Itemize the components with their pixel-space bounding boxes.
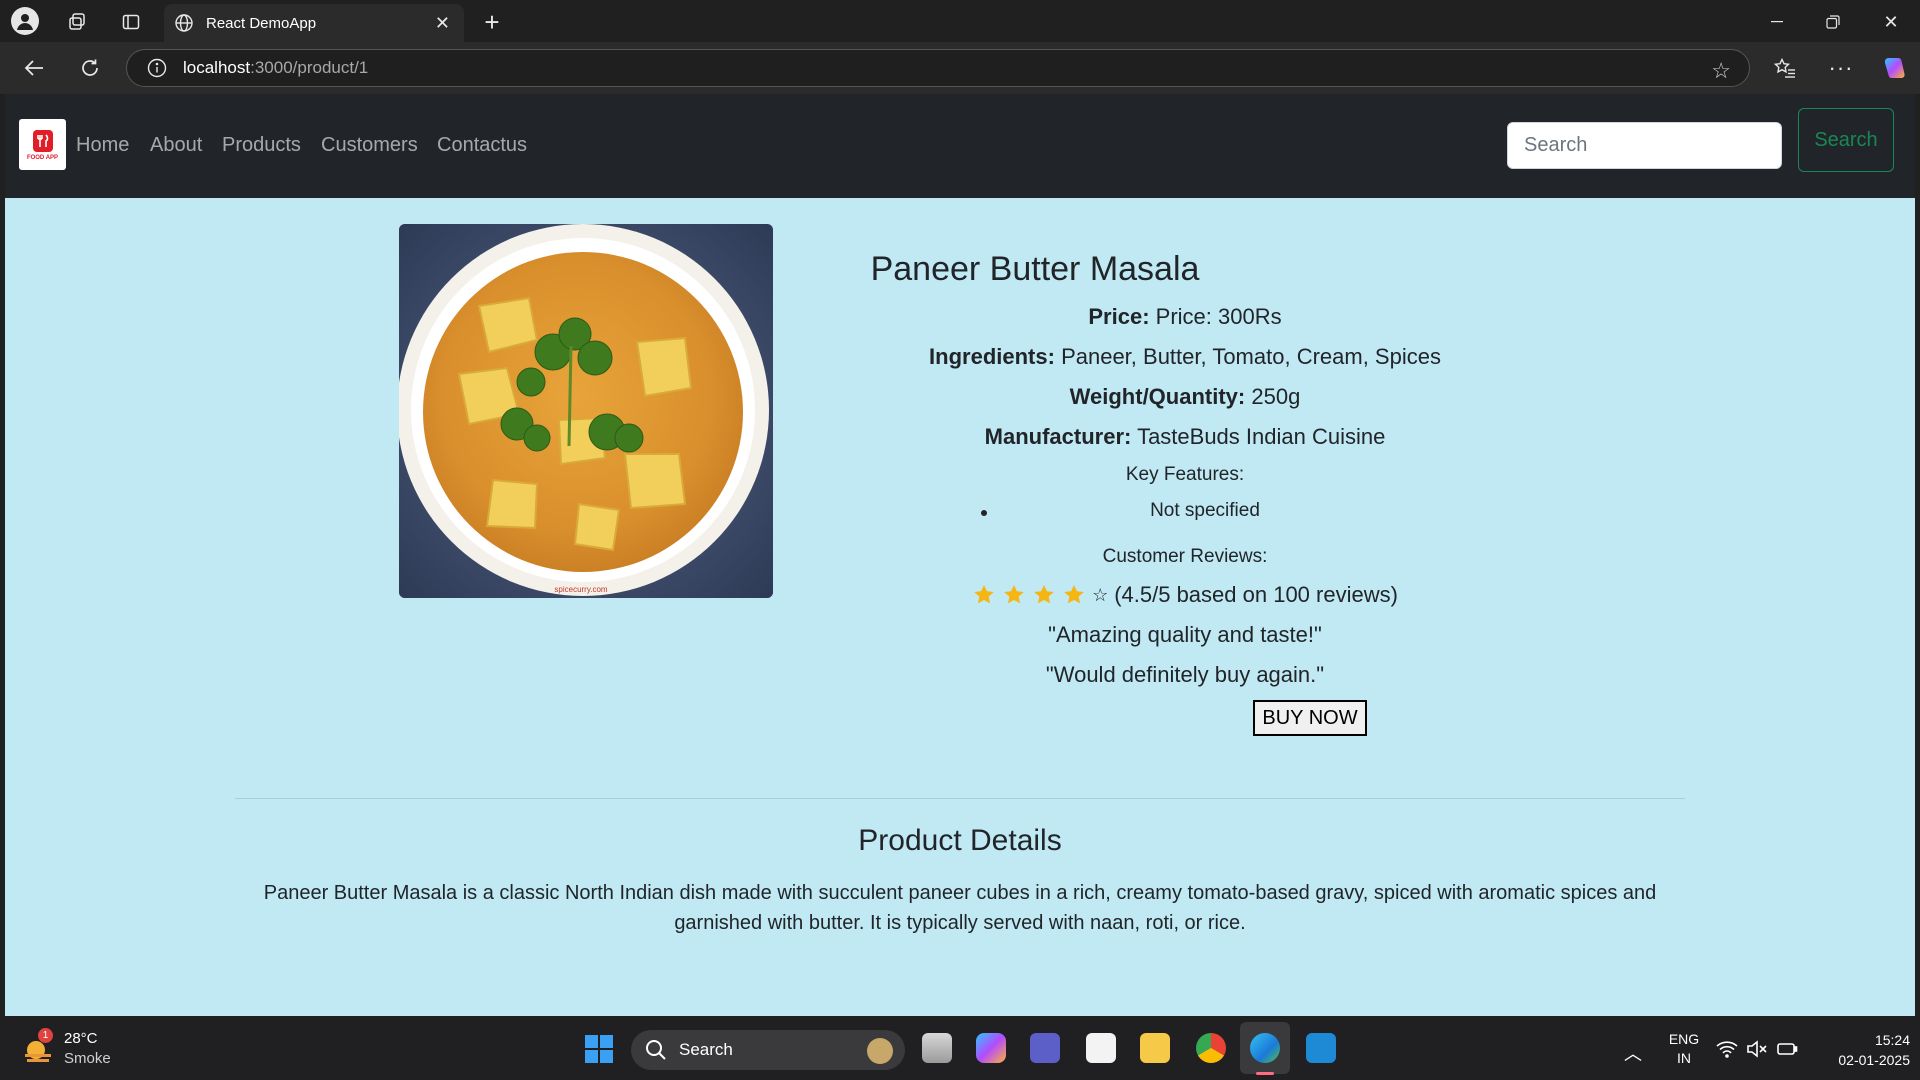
nav-link-contactus[interactable]: Contactus (437, 134, 527, 157)
price-label: Price: (1088, 304, 1150, 329)
weather-desc: Smoke (64, 1050, 111, 1067)
manufacturer-label: Manufacturer: (984, 424, 1132, 449)
buy-now-button[interactable]: BUY NOW (1253, 700, 1367, 736)
image-watermark: spicecurry.com (554, 585, 608, 594)
battery-icon[interactable] (1776, 1040, 1798, 1058)
review-quote: "Amazing quality and taste!" (1048, 622, 1322, 647)
region-text: IN (1677, 1050, 1691, 1066)
nav-link-customers[interactable]: Customers (321, 134, 418, 157)
weather-badge: 1 (38, 1028, 53, 1043)
search-input[interactable] (1507, 122, 1782, 169)
star-full-icon (972, 583, 996, 607)
product-description-line1: Paneer Butter Masala is a classic North … (263, 882, 1657, 904)
restore-icon[interactable] (1818, 8, 1848, 36)
review-quote: "Would definitely buy again." (1045, 662, 1325, 687)
weather-widget[interactable]: 1 28°C Smoke (22, 1028, 122, 1072)
back-icon[interactable] (20, 54, 48, 82)
taskbar-search-label: Search (679, 1040, 733, 1059)
product-details-heading: Product Details (858, 824, 1062, 857)
url-input[interactable]: localhost:3000/product/1 ☆ (126, 49, 1750, 87)
key-feature-item: Not specified (1150, 500, 1260, 521)
close-window-icon[interactable]: ✕ (1876, 8, 1906, 36)
reviews-heading: Customer Reviews: (1102, 546, 1268, 567)
ingredients-label: Ingredients: (929, 344, 1055, 369)
product-description-line2: garnished with butter. It is typically s… (674, 912, 1246, 934)
weight-label: Weight/Quantity: (1069, 384, 1246, 409)
tray-chevron-icon[interactable]: ︿ (1624, 1040, 1642, 1066)
price-row: Price: Price: 300Rs (935, 304, 1435, 330)
weather-temp: 28°C (64, 1030, 98, 1047)
favorites-icon[interactable] (1770, 54, 1800, 82)
page-viewport: FOOD APP Home About Products Customers C… (5, 94, 1915, 1016)
star-full-icon (1002, 583, 1026, 607)
clock[interactable]: 15:24 02-01-2025 (1810, 1030, 1910, 1070)
ingredients-value: Paneer, Butter, Tomato, Cream, Spices (1061, 344, 1441, 369)
profile-icon[interactable] (11, 7, 39, 35)
browser-tab-bar: React DemoApp ✕ + ✕ (0, 0, 1920, 42)
weight-row: Weight/Quantity: 250g (935, 384, 1435, 410)
windows-icon (585, 1035, 613, 1063)
copilot-icon[interactable] (1880, 54, 1908, 82)
lang-text: ENG (1668, 1031, 1700, 1047)
rating-row: ☆ (4.5/5 based on 100 reviews) (935, 582, 1435, 608)
refresh-icon[interactable] (76, 54, 104, 82)
new-tab-icon[interactable]: + (478, 7, 506, 37)
vscode-icon[interactable] (1306, 1033, 1336, 1063)
manufacturer-value: TasteBuds Indian Cuisine (1137, 424, 1386, 449)
weight-value: 250g (1251, 384, 1301, 409)
manufacturer-row: Manufacturer: TasteBuds Indian Cuisine (935, 424, 1435, 450)
nav-link-about[interactable]: About (150, 134, 202, 157)
edge-icon[interactable] (1250, 1033, 1280, 1063)
url-path: :3000/product/1 (250, 58, 369, 77)
nav-link-home[interactable]: Home (76, 134, 129, 157)
star-full-icon (1032, 583, 1056, 607)
volume-muted-icon[interactable] (1746, 1040, 1768, 1058)
clock-date: 02-01-2025 (1838, 1052, 1910, 1068)
teams-icon[interactable] (1030, 1033, 1060, 1063)
star-empty-icon: ☆ (1092, 584, 1109, 605)
section-divider (235, 798, 1685, 799)
wifi-icon[interactable] (1716, 1040, 1738, 1058)
file-explorer-icon[interactable] (1140, 1033, 1170, 1063)
task-view-icon[interactable] (922, 1033, 952, 1063)
taskbar-search[interactable]: Search (631, 1030, 905, 1070)
search-icon (646, 1040, 666, 1060)
search-button[interactable]: Search (1798, 108, 1894, 172)
price-value: Price: 300Rs (1155, 304, 1282, 329)
clock-time: 15:24 (1874, 1032, 1910, 1048)
search-highlight-icon (867, 1038, 893, 1064)
tab-react-demoapp[interactable]: React DemoApp ✕ (164, 4, 464, 42)
product-image: spicecurry.com (399, 224, 773, 598)
key-features-heading: Key Features: (1125, 464, 1245, 485)
ingredients-row: Ingredients: Paneer, Butter, Tomato, Cre… (885, 344, 1485, 370)
tab-close-icon[interactable]: ✕ (435, 13, 450, 34)
site-info-icon[interactable] (147, 58, 167, 78)
top-navbar: FOOD APP Home About Products Customers C… (5, 94, 1915, 198)
more-menu-icon[interactable]: ··· (1826, 54, 1856, 82)
url-host: localhost (183, 58, 251, 77)
star-full-icon (1062, 583, 1086, 607)
language-indicator[interactable]: ENG IN (1664, 1030, 1704, 1068)
rating-text: (4.5/5 based on 100 reviews) (1114, 582, 1398, 607)
copilot-taskbar-icon[interactable] (976, 1033, 1006, 1063)
start-button[interactable] (584, 1034, 614, 1064)
workspaces-icon[interactable] (64, 9, 90, 35)
brand-logo[interactable]: FOOD APP (19, 119, 66, 170)
edge-active-indicator (1256, 1072, 1274, 1075)
globe-icon (174, 13, 194, 33)
key-features-list: Not specified (980, 500, 1430, 524)
minimize-icon[interactable] (1762, 8, 1792, 36)
store-icon[interactable] (1086, 1033, 1116, 1063)
tab-title: React DemoApp (206, 14, 317, 32)
vertical-tabs-icon[interactable] (118, 9, 144, 35)
product-title: Paneer Butter Masala (870, 250, 1200, 288)
chrome-icon[interactable] (1196, 1033, 1226, 1063)
brand-text: FOOD APP (26, 154, 59, 161)
nav-link-products[interactable]: Products (222, 134, 301, 157)
favorite-star-icon[interactable]: ☆ (1711, 58, 1731, 84)
